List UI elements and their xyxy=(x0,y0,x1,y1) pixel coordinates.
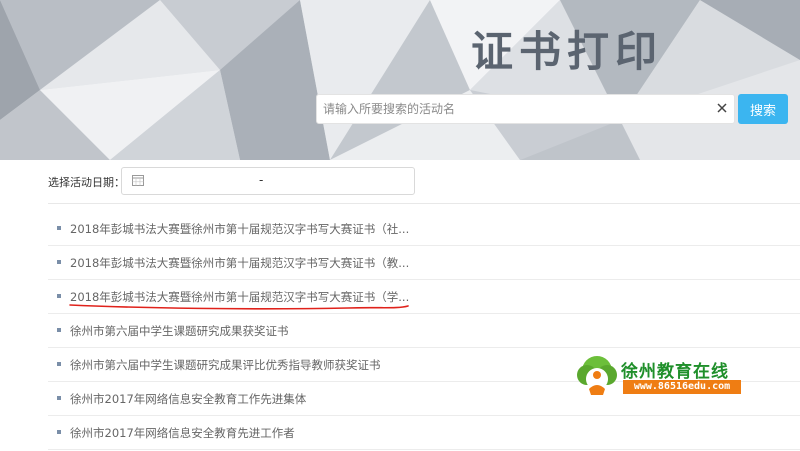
list-item-label[interactable]: 徐州市第六届中学生课题研究成果获奖证书 xyxy=(70,323,289,339)
bullet-icon xyxy=(57,294,61,298)
watermark-url: www.86516edu.com xyxy=(623,380,741,394)
list-item[interactable]: 徐州市2017年网络信息安全教育先进工作者 xyxy=(48,416,800,450)
bullet-icon xyxy=(57,260,61,264)
bullet-icon xyxy=(57,430,61,434)
banner-background xyxy=(0,0,800,160)
tree-logo-icon xyxy=(577,356,617,395)
list-item-label[interactable]: 徐州市第六届中学生课题研究成果评比优秀指导教师获奖证书 xyxy=(70,357,381,373)
watermark-title: 徐州教育在线 xyxy=(621,362,729,382)
list-item[interactable]: 2018年彭城书法大赛暨徐州市第十届规范汉字书写大赛证书（教... xyxy=(48,246,800,280)
list-item-label[interactable]: 2018年彭城书法大赛暨徐州市第十届规范汉字书写大赛证书（社... xyxy=(70,221,409,237)
highlight-underline xyxy=(69,304,409,310)
bullet-icon xyxy=(57,362,61,366)
date-range-picker[interactable]: - xyxy=(121,167,415,195)
bullet-icon xyxy=(57,328,61,332)
date-filter-label: 选择活动日期： xyxy=(48,176,125,189)
activity-list: 2018年彭城书法大赛暨徐州市第十届规范汉字书写大赛证书（社... 2018年彭… xyxy=(48,212,800,450)
list-item-label[interactable]: 2018年彭城书法大赛暨徐州市第十届规范汉字书写大赛证书（教... xyxy=(70,255,409,271)
search-box xyxy=(316,94,735,124)
calendar-icon xyxy=(132,175,144,186)
bullet-icon xyxy=(57,396,61,400)
close-icon[interactable] xyxy=(715,101,729,115)
header-banner: 证书打印 xyxy=(0,0,800,160)
divider xyxy=(48,203,800,204)
bullet-icon xyxy=(57,226,61,230)
search-input[interactable] xyxy=(317,95,707,123)
list-item[interactable]: 2018年彭城书法大赛暨徐州市第十届规范汉字书写大赛证书（社... xyxy=(48,212,800,246)
search-button[interactable]: 搜索 xyxy=(738,94,788,124)
list-item-label[interactable]: 徐州市2017年网络信息安全教育先进工作者 xyxy=(70,425,295,441)
date-range-separator: - xyxy=(259,173,264,187)
watermark-logo: 徐州教育在线 www.86516edu.com xyxy=(573,353,745,401)
list-item-label[interactable]: 徐州市2017年网络信息安全教育工作先进集体 xyxy=(70,391,306,407)
page-title: 证书打印 xyxy=(471,27,664,76)
list-item[interactable]: 徐州市第六届中学生课题研究成果获奖证书 xyxy=(48,314,800,348)
